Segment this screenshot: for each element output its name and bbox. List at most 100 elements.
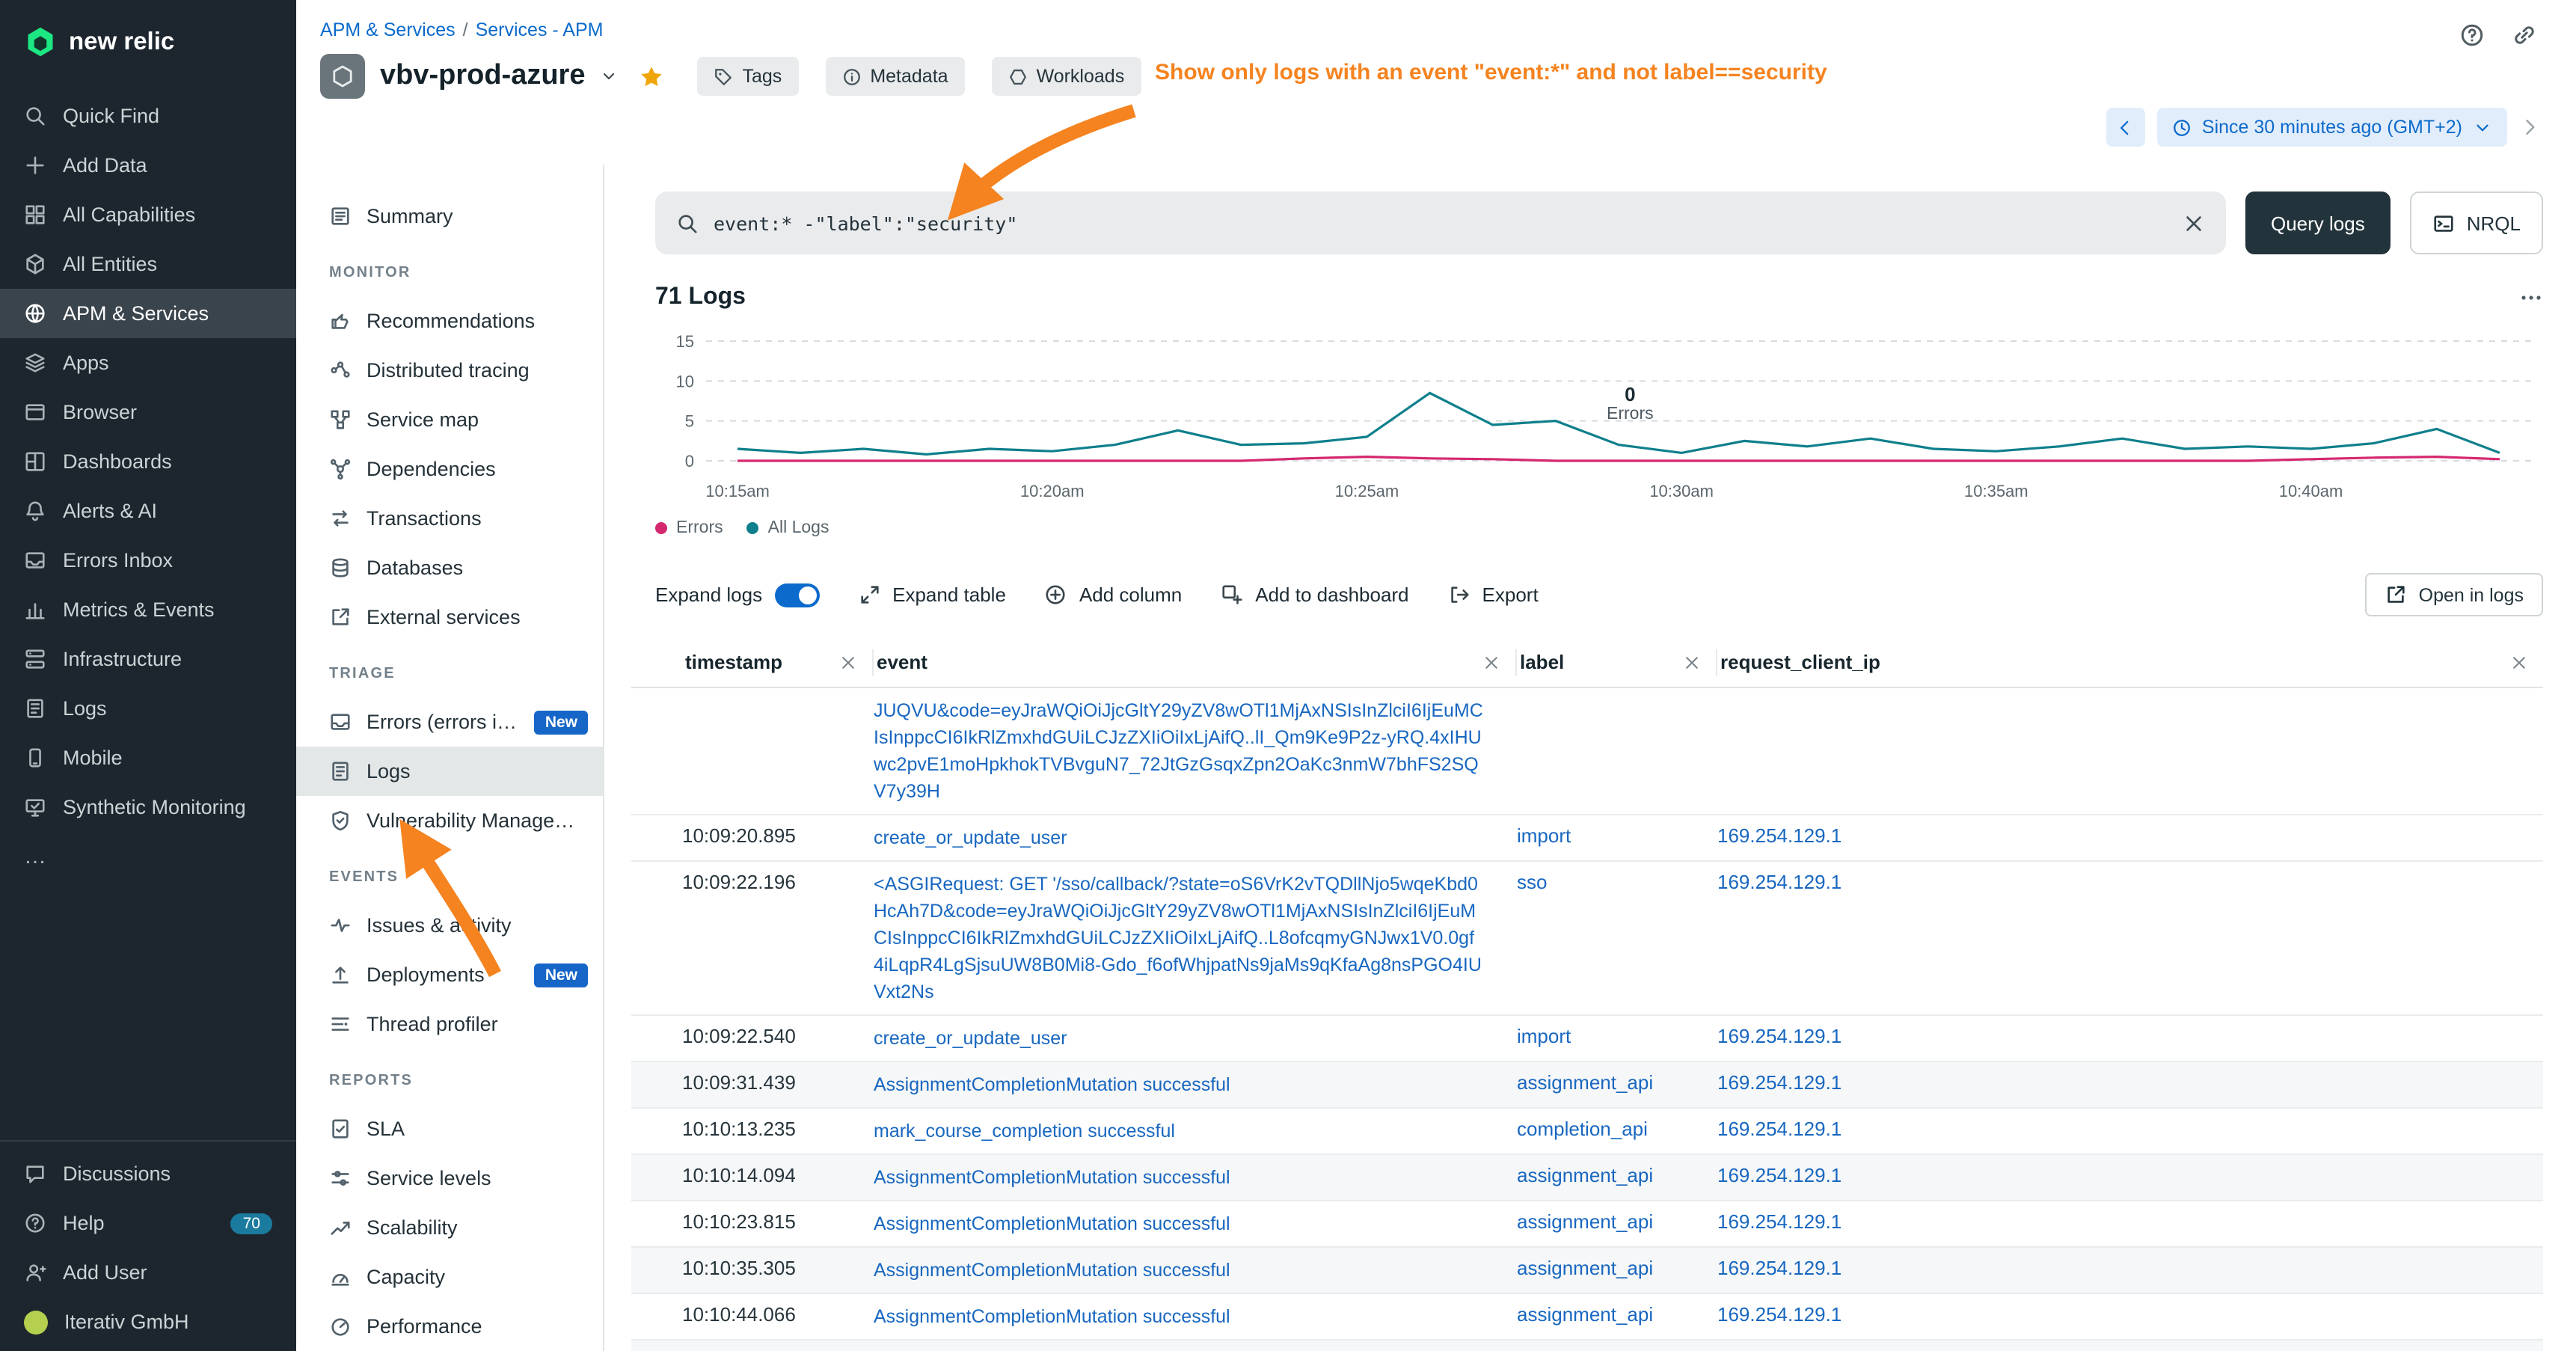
expand-logs-toggle[interactable] bbox=[774, 583, 819, 607]
entity-nav-transactions[interactable]: Transactions bbox=[296, 494, 603, 543]
time-picker[interactable]: Since 30 minutes ago (GMT+2) bbox=[2157, 108, 2507, 147]
remove-column-icon[interactable] bbox=[1482, 653, 1500, 671]
sidebar-item-help[interactable]: Help70 bbox=[0, 1198, 296, 1248]
remove-column-icon[interactable] bbox=[2510, 653, 2528, 671]
entity-nav-recommendations[interactable]: Recommendations bbox=[296, 296, 603, 346]
permalink-icon[interactable] bbox=[2512, 22, 2537, 48]
log-table-row[interactable]: 10:09:31.439AssignmentCompletionMutation… bbox=[631, 1062, 2543, 1109]
log-table-row[interactable]: 10:10:13.235mark_course_completion succe… bbox=[631, 1109, 2543, 1155]
legend-all-logs[interactable]: All Logs bbox=[747, 519, 829, 537]
entity-nav-logs[interactable]: Logs bbox=[296, 747, 603, 796]
entity-nav-performance[interactable]: Performance bbox=[296, 1302, 603, 1351]
sidebar-item-errors-inbox[interactable]: Errors Inbox bbox=[0, 536, 296, 585]
workloads-button[interactable]: Workloads bbox=[992, 57, 1141, 96]
nrql-button[interactable]: NRQL bbox=[2410, 192, 2543, 254]
event-link[interactable]: AssignmentCompletionMutation successful bbox=[874, 1257, 1517, 1284]
entity-nav-databases[interactable]: Databases bbox=[296, 543, 603, 592]
breadcrumb-apm-services[interactable]: APM & Services bbox=[320, 19, 456, 40]
log-table-row[interactable]: 10:10:23.815AssignmentCompletionMutation… bbox=[631, 1201, 2543, 1248]
entity-nav-errors-inbox[interactable]: Errors (errors inb...New bbox=[296, 697, 603, 747]
event-link[interactable]: create_or_update_user bbox=[874, 1025, 1517, 1052]
tag-icon bbox=[714, 67, 734, 86]
event-link[interactable]: create_or_update_user bbox=[874, 824, 1517, 851]
entity-nav-sla[interactable]: SLA bbox=[296, 1104, 603, 1154]
export-button[interactable]: Export bbox=[1448, 583, 1539, 606]
new-relic-logo[interactable]: new relic bbox=[0, 0, 296, 79]
col-header-label[interactable]: label bbox=[1517, 649, 1717, 676]
log-table-row[interactable]: 10:09:22.540create_or_update_userimport1… bbox=[631, 1016, 2543, 1062]
new-relic-logo-icon bbox=[24, 25, 57, 58]
entity-nav-service-map[interactable]: Service map bbox=[296, 395, 603, 444]
breadcrumb-services-apm[interactable]: Services - APM bbox=[476, 19, 604, 40]
event-link[interactable]: mark_course_completion successful bbox=[874, 1118, 1517, 1145]
sidebar-item-infrastructure[interactable]: Infrastructure bbox=[0, 634, 296, 684]
sidebar-item-logs[interactable]: Logs bbox=[0, 684, 296, 733]
add-column-button[interactable]: Add column bbox=[1045, 583, 1182, 606]
entity-nav-service-levels[interactable]: Service levels bbox=[296, 1154, 603, 1203]
sidebar-item-all-capabilities[interactable]: All Capabilities bbox=[0, 190, 296, 239]
log-table-row[interactable]: 10:09:22.196<ASGIRequest: GET '/sso/call… bbox=[631, 862, 2543, 1016]
sidebar-item-account[interactable]: Iterativ GmbH bbox=[0, 1297, 296, 1347]
chart-options-icon[interactable] bbox=[2519, 286, 2543, 310]
clear-search-icon[interactable] bbox=[2183, 212, 2205, 234]
time-forward-button[interactable] bbox=[2519, 117, 2540, 138]
entity-nav-external-services[interactable]: External services bbox=[296, 592, 603, 642]
sidebar-item-discussions[interactable]: Discussions bbox=[0, 1149, 296, 1198]
event-link[interactable]: AssignmentCompletionMutation successful bbox=[874, 1303, 1517, 1330]
log-table-row[interactable]: 10:10:49.051mark_course_completion succe… bbox=[631, 1341, 2543, 1351]
sidebar-item-mobile[interactable]: Mobile bbox=[0, 733, 296, 782]
metadata-button[interactable]: Metadata bbox=[825, 57, 964, 96]
logs-timeseries-chart[interactable]: 05101510:15am10:20am10:25am10:30am10:35a… bbox=[655, 329, 2543, 506]
legend-errors[interactable]: Errors bbox=[655, 519, 723, 537]
entity-switcher-chevron-down-icon[interactable] bbox=[601, 67, 619, 85]
svg-text:10:25am: 10:25am bbox=[1335, 482, 1399, 500]
query-logs-button[interactable]: Query logs bbox=[2245, 192, 2391, 254]
entity-nav-scalability[interactable]: Scalability bbox=[296, 1203, 603, 1252]
sidebar-item-alerts-ai[interactable]: Alerts & AI bbox=[0, 486, 296, 536]
remove-column-icon[interactable] bbox=[1683, 653, 1701, 671]
log-table-row[interactable]: 10:10:35.305AssignmentCompletionMutation… bbox=[631, 1248, 2543, 1294]
event-link[interactable]: JUQVU&code=eyJraWQiOiJjcGltY29yZV8wOTl1M… bbox=[874, 697, 1517, 805]
entity-nav-deployments[interactable]: DeploymentsNew bbox=[296, 950, 603, 999]
inbox-icon bbox=[24, 549, 46, 572]
event-link[interactable]: AssignmentCompletionMutation successful bbox=[874, 1210, 1517, 1237]
event-link[interactable]: AssignmentCompletionMutation successful bbox=[874, 1164, 1517, 1191]
entity-nav-dependencies[interactable]: Dependencies bbox=[296, 444, 603, 494]
sidebar-item-browser[interactable]: Browser bbox=[0, 387, 296, 437]
log-table-row[interactable]: 10:10:14.094AssignmentCompletionMutation… bbox=[631, 1155, 2543, 1201]
log-table-row[interactable]: JUQVU&code=eyJraWQiOiJjcGltY29yZV8wOTl1M… bbox=[631, 688, 2543, 815]
help-circle-icon[interactable] bbox=[2459, 22, 2485, 48]
sidebar-item-add-user[interactable]: Add User bbox=[0, 1248, 296, 1297]
sidebar-item-quick-find[interactable]: Quick Find bbox=[0, 91, 296, 141]
log-search-box[interactable] bbox=[655, 192, 2226, 254]
sidebar-item-apm-services[interactable]: APM & Services bbox=[0, 289, 296, 338]
sidebar-item-dashboards[interactable]: Dashboards bbox=[0, 437, 296, 486]
entity-nav-issues-activity[interactable]: Issues & activity bbox=[296, 901, 603, 950]
sidebar-item-synthetic-monitoring[interactable]: Synthetic Monitoring bbox=[0, 782, 296, 832]
open-in-logs-button[interactable]: Open in logs bbox=[2365, 573, 2543, 616]
sidebar-item-apps[interactable]: Apps bbox=[0, 338, 296, 387]
log-table-row[interactable]: 10:10:44.066AssignmentCompletionMutation… bbox=[631, 1294, 2543, 1341]
tags-button[interactable]: Tags bbox=[698, 57, 799, 96]
entity-nav-capacity[interactable]: Capacity bbox=[296, 1252, 603, 1302]
log-table-row[interactable]: 10:09:20.895create_or_update_userimport1… bbox=[631, 815, 2543, 862]
event-link[interactable]: AssignmentCompletionMutation successful bbox=[874, 1071, 1517, 1098]
expand-table-button[interactable]: Expand table bbox=[858, 583, 1006, 606]
log-search-input[interactable] bbox=[714, 212, 2168, 234]
sidebar-item-more[interactable]: … bbox=[0, 832, 296, 881]
entity-nav-summary[interactable]: Summary bbox=[296, 192, 603, 241]
entity-nav-thread-profiler[interactable]: Thread profiler bbox=[296, 999, 603, 1049]
sidebar-item-all-entities[interactable]: All Entities bbox=[0, 239, 296, 289]
sidebar-item-metrics-events[interactable]: Metrics & Events bbox=[0, 585, 296, 634]
add-to-dashboard-button[interactable]: Add to dashboard bbox=[1221, 583, 1408, 606]
sidebar-item-add-data[interactable]: Add Data bbox=[0, 141, 296, 190]
favorite-star-icon[interactable] bbox=[640, 64, 665, 89]
col-header-timestamp[interactable]: timestamp bbox=[682, 649, 874, 676]
entity-nav-vulnerability-management[interactable]: Vulnerability Management bbox=[296, 796, 603, 845]
remove-column-icon[interactable] bbox=[839, 653, 857, 671]
entity-nav-distributed-tracing[interactable]: Distributed tracing bbox=[296, 346, 603, 395]
time-back-button[interactable] bbox=[2106, 108, 2145, 147]
col-header-request-client-ip[interactable]: request_client_ip bbox=[1717, 649, 2543, 676]
col-header-event[interactable]: event bbox=[874, 649, 1517, 676]
event-link[interactable]: <ASGIRequest: GET '/sso/callback/?state=… bbox=[874, 871, 1517, 1005]
